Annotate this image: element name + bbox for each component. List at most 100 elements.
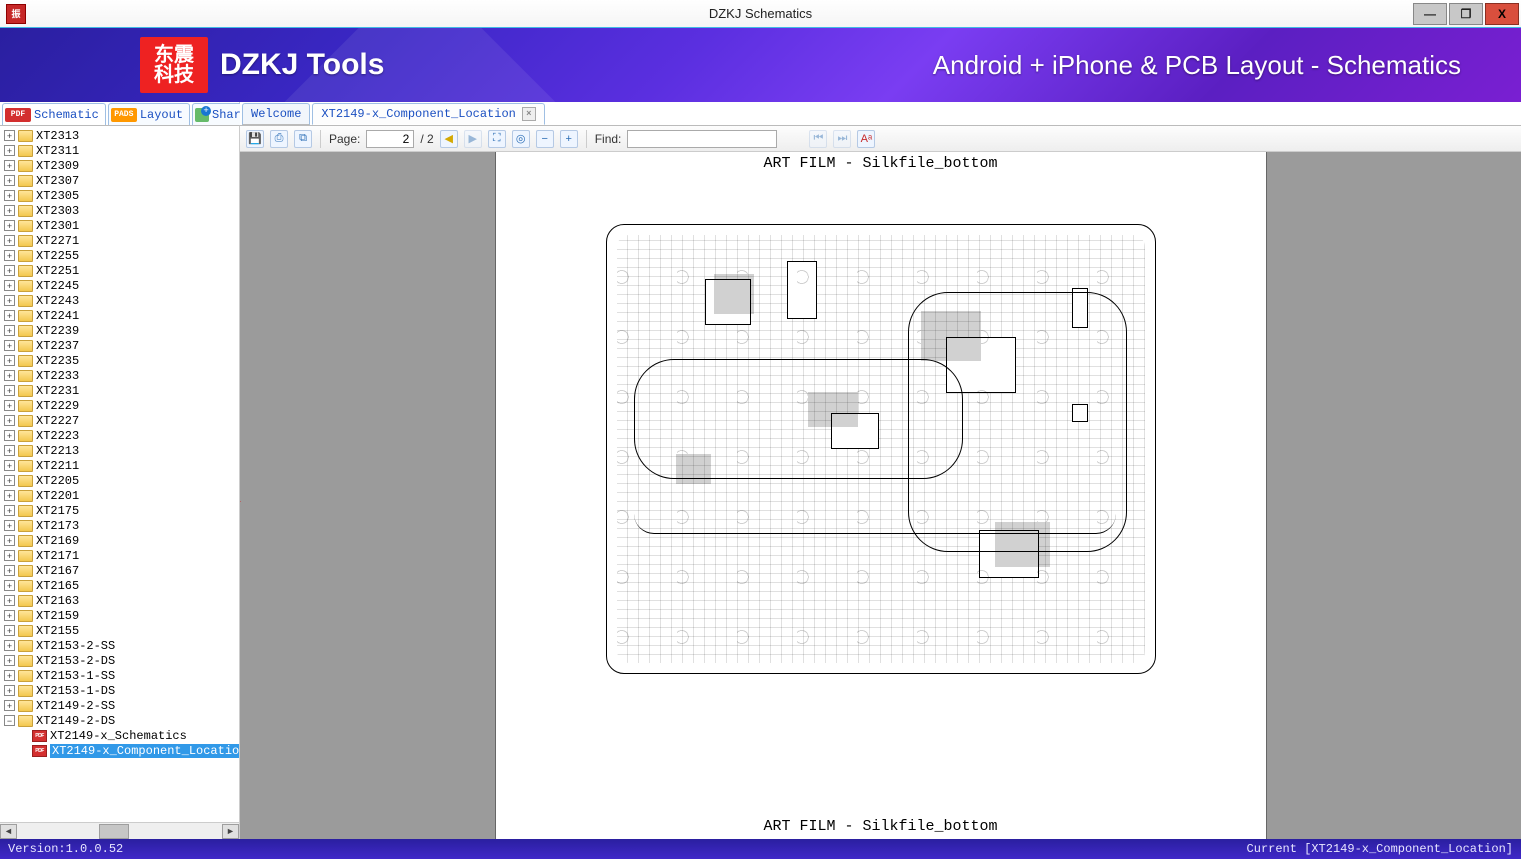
tree-folder[interactable]: +XT2307 [4,173,239,188]
tree-folder[interactable]: +XT2235 [4,353,239,368]
tree-folder[interactable]: +XT2155 [4,623,239,638]
tree-folder[interactable]: +XT2305 [4,188,239,203]
page-input[interactable] [366,130,414,148]
tree-folder[interactable]: +XT2303 [4,203,239,218]
close-button[interactable]: X [1485,3,1519,25]
tree-folder[interactable]: +XT2309 [4,158,239,173]
expand-icon[interactable]: + [4,130,15,141]
expand-icon[interactable]: + [4,610,15,621]
scroll-thumb[interactable] [99,824,129,839]
expand-icon[interactable]: + [4,340,15,351]
tree-folder[interactable]: +XT2237 [4,338,239,353]
tab-layout[interactable]: PADS Layout [108,103,190,125]
expand-icon[interactable]: + [4,415,15,426]
tree-folder[interactable]: +XT2227 [4,413,239,428]
scroll-right-icon[interactable]: ► [222,824,239,839]
maximize-button[interactable]: ❐ [1449,3,1483,25]
zoom-in-icon[interactable]: + [560,130,578,148]
zoom-out-icon[interactable]: − [536,130,554,148]
expand-icon[interactable]: + [4,220,15,231]
expand-icon[interactable]: + [4,490,15,501]
find-input[interactable] [627,130,777,148]
tree-folder[interactable]: +XT2233 [4,368,239,383]
expand-icon[interactable]: + [4,595,15,606]
expand-icon[interactable]: + [4,550,15,561]
expand-icon[interactable]: + [4,280,15,291]
find-prev-icon[interactable]: ⏮ [809,130,827,148]
tree-folder[interactable]: +XT2229 [4,398,239,413]
expand-icon[interactable]: + [4,310,15,321]
tree-folder[interactable]: +XT2251 [4,263,239,278]
doc-tab-welcome[interactable]: Welcome [242,103,310,125]
close-icon[interactable]: × [522,107,536,121]
tree-horizontal-scrollbar[interactable]: ◄ ► [0,822,239,839]
expand-icon[interactable]: + [4,475,15,486]
prev-page-icon[interactable]: ◀ [440,130,458,148]
tree-folder[interactable]: +XT2175 [4,503,239,518]
tree-folder[interactable]: +XT2231 [4,383,239,398]
expand-icon[interactable]: + [4,145,15,156]
tree-folder[interactable]: +XT2311 [4,143,239,158]
tree-file[interactable]: XT2149-x_Schematics [4,728,239,743]
tree-folder[interactable]: +XT2173 [4,518,239,533]
expand-icon[interactable]: + [4,235,15,246]
tree-folder[interactable]: +XT2153-1-SS [4,668,239,683]
minimize-button[interactable]: — [1413,3,1447,25]
expand-icon[interactable]: + [4,460,15,471]
tree-folder[interactable]: +XT2201 [4,488,239,503]
copy-icon[interactable]: ⧉ [294,130,312,148]
expand-icon[interactable]: + [4,295,15,306]
folder-tree[interactable]: +XT2313+XT2311+XT2309+XT2307+XT2305+XT23… [0,126,239,822]
tree-folder[interactable]: +XT2165 [4,578,239,593]
find-next-icon[interactable]: ⏭ [833,130,851,148]
tree-file[interactable]: XT2149-x_Component_Location [4,743,239,758]
expand-icon[interactable]: + [4,520,15,531]
expand-icon[interactable]: + [4,385,15,396]
zoom-reset-icon[interactable]: ◎ [512,130,530,148]
tab-schematic[interactable]: PDF Schematic [2,103,106,125]
tree-folder[interactable]: +XT2239 [4,323,239,338]
tree-folder[interactable]: +XT2245 [4,278,239,293]
expand-icon[interactable]: + [4,565,15,576]
tree-folder[interactable]: +XT2167 [4,563,239,578]
tree-folder[interactable]: +XT2211 [4,458,239,473]
tree-folder[interactable]: +XT2271 [4,233,239,248]
expand-icon[interactable]: + [4,535,15,546]
doc-tab-active[interactable]: XT2149-x_Component_Location × [312,103,544,125]
expand-icon[interactable]: + [4,700,15,711]
tree-folder[interactable]: +XT2213 [4,443,239,458]
tree-folder[interactable]: +XT2159 [4,608,239,623]
expand-icon[interactable]: + [4,400,15,411]
expand-icon[interactable]: + [4,625,15,636]
tree-folder[interactable]: +XT2171 [4,548,239,563]
expand-icon[interactable]: + [4,670,15,681]
tree-folder[interactable]: +XT2153-2-SS [4,638,239,653]
tree-folder[interactable]: +XT2255 [4,248,239,263]
expand-icon[interactable]: + [4,640,15,651]
expand-icon[interactable]: + [4,265,15,276]
expand-icon[interactable]: + [4,205,15,216]
expand-icon[interactable]: + [4,505,15,516]
expand-icon[interactable]: + [4,190,15,201]
expand-icon[interactable]: + [4,250,15,261]
tree-folder[interactable]: +XT2205 [4,473,239,488]
expand-icon[interactable]: + [4,355,15,366]
tree-folder[interactable]: +XT2153-1-DS [4,683,239,698]
canvas[interactable]: ▸ ART FILM - Silkfile_bottom ART FILM - … [240,152,1521,839]
expand-icon[interactable]: + [4,655,15,666]
expand-icon[interactable]: + [4,325,15,336]
print-icon[interactable]: ⎙ [270,130,288,148]
tree-folder[interactable]: +XT2241 [4,308,239,323]
text-highlight-icon[interactable]: Aᵃ [857,130,875,148]
scroll-left-icon[interactable]: ◄ [0,824,17,839]
expand-icon[interactable]: + [4,160,15,171]
tree-folder[interactable]: +XT2301 [4,218,239,233]
tree-folder[interactable]: +XT2163 [4,593,239,608]
splitter-handle-icon[interactable]: ▸ [240,496,244,504]
save-icon[interactable]: 💾 [246,130,264,148]
expand-icon[interactable]: + [4,430,15,441]
next-page-icon[interactable]: ▶ [464,130,482,148]
collapse-icon[interactable]: − [4,715,15,726]
tree-folder[interactable]: +XT2153-2-DS [4,653,239,668]
tree-folder-expanded[interactable]: −XT2149-2-DS [4,713,239,728]
